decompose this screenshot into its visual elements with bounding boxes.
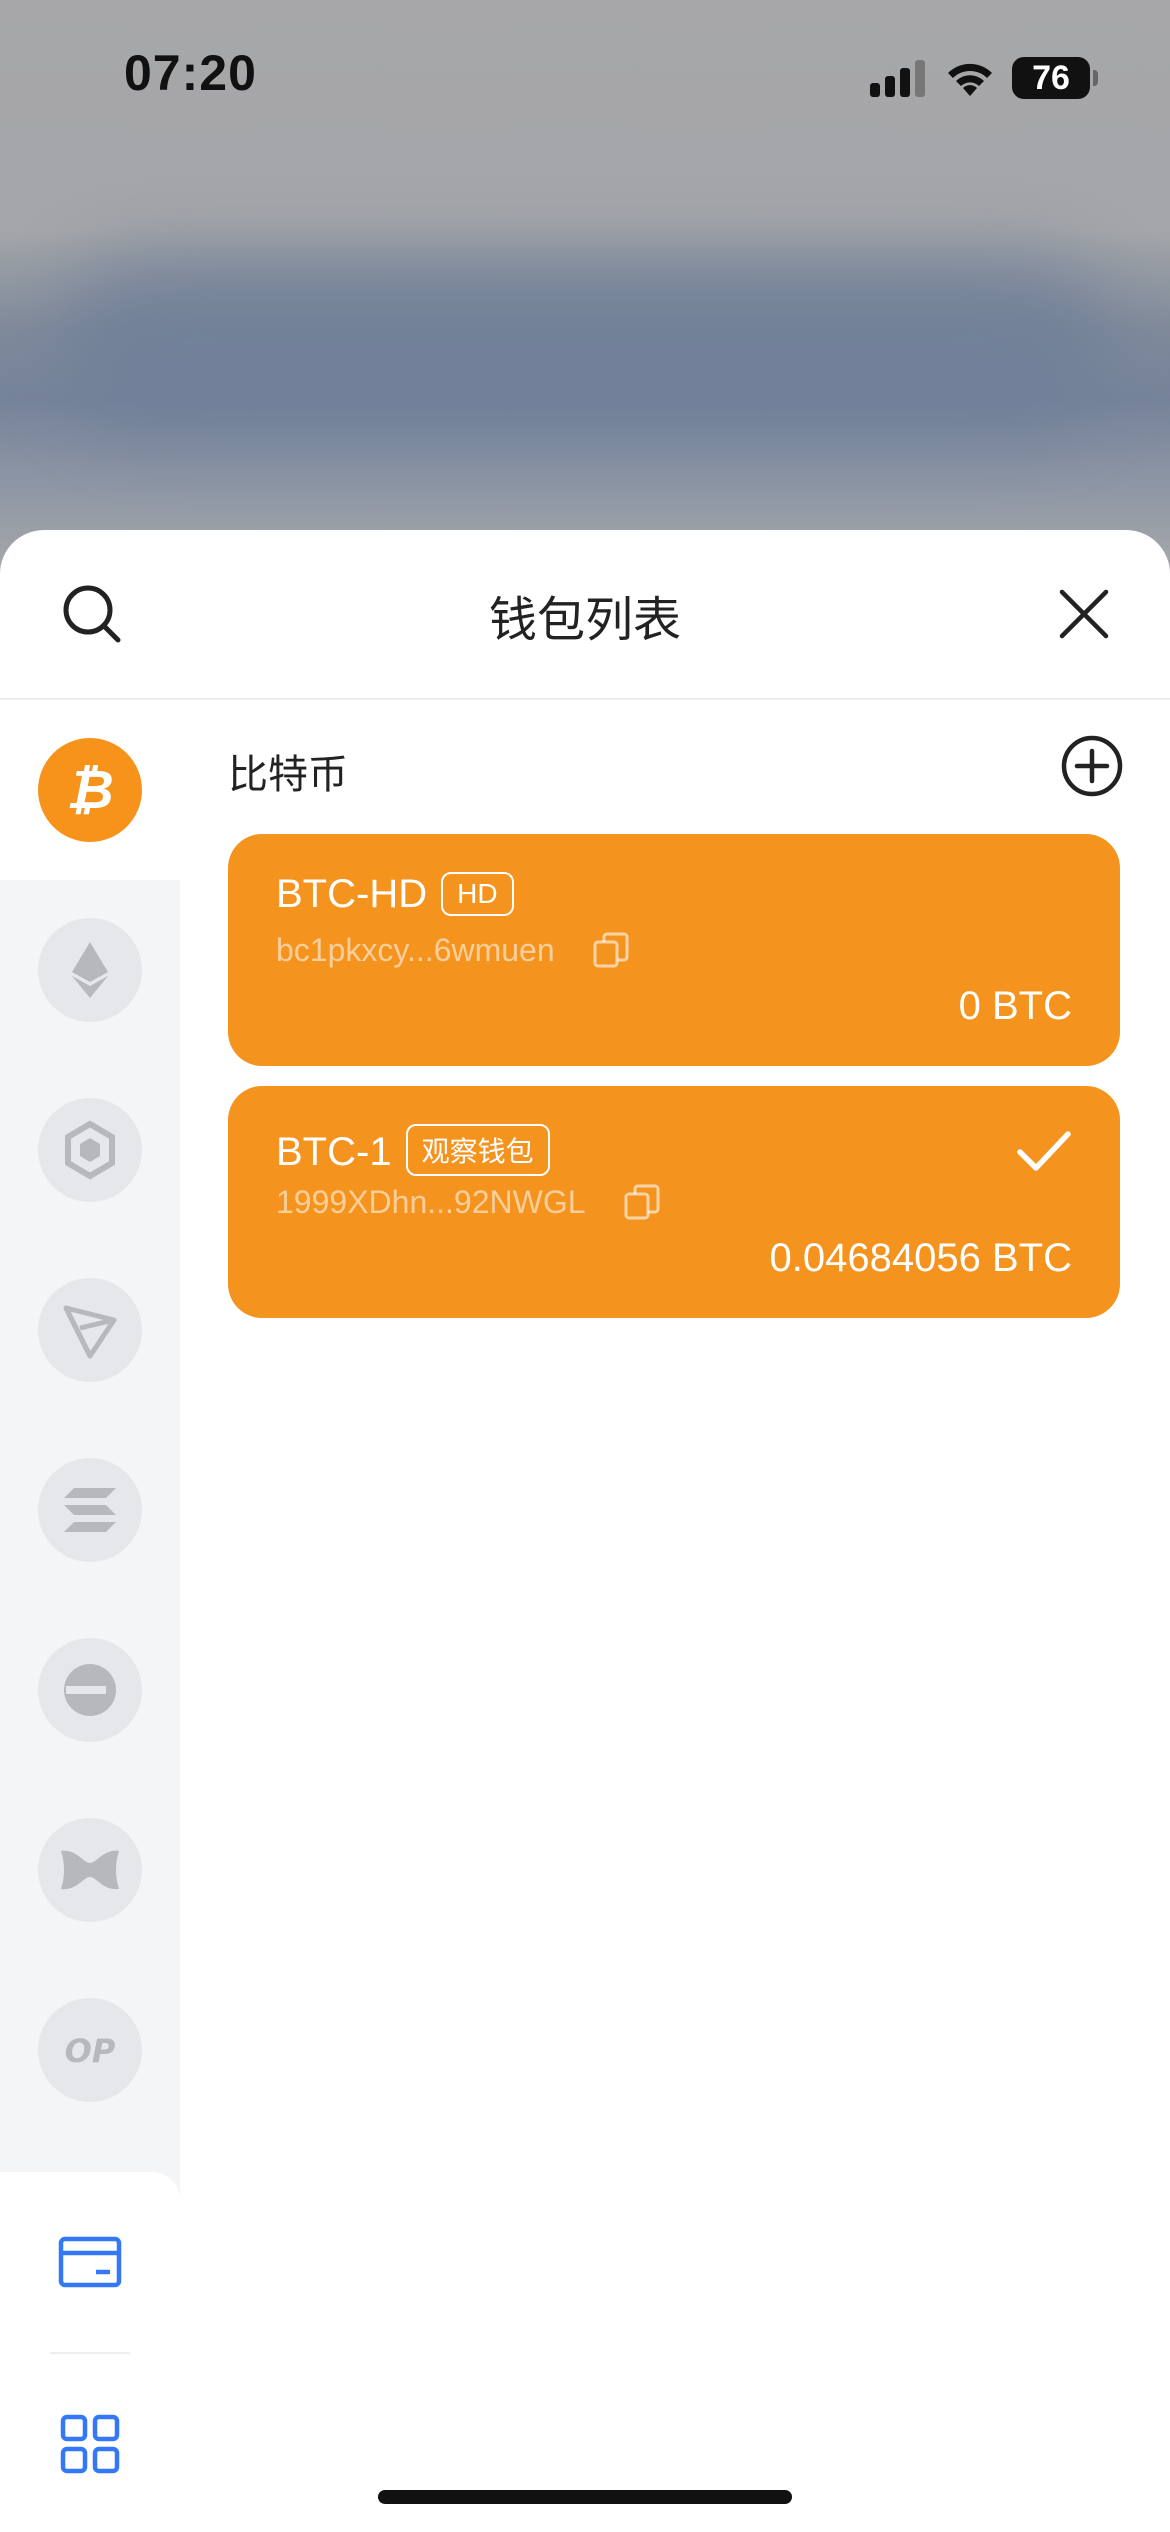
optimism-icon: OP bbox=[38, 1998, 142, 2102]
sidebar-bottom-nav bbox=[0, 2172, 180, 2532]
home-indicator bbox=[378, 2490, 792, 2504]
bitcoin-icon: ₿ bbox=[38, 738, 142, 842]
chain-item-tron[interactable] bbox=[0, 1240, 180, 1420]
wallet-name: BTC-HD HD bbox=[276, 872, 514, 917]
copy-icon[interactable] bbox=[591, 930, 631, 970]
apps-nav-button[interactable] bbox=[0, 2354, 180, 2532]
chain-item-bitcoin[interactable]: ₿ bbox=[0, 700, 180, 880]
chain-item-bnb[interactable] bbox=[0, 1060, 180, 1240]
blurred-content bbox=[60, 260, 1110, 430]
wifi-icon bbox=[948, 63, 992, 96]
status-icons: 76 bbox=[870, 50, 1098, 106]
solana-icon bbox=[38, 1458, 142, 1562]
copy-icon[interactable] bbox=[622, 1182, 662, 1222]
wallet-name-text: BTC-HD bbox=[276, 872, 428, 916]
svg-text:OP: OP bbox=[65, 2032, 116, 2070]
check-icon bbox=[1017, 1131, 1071, 1171]
wallet-card[interactable]: BTC-1 观察钱包 1999XDhn...92NWGL 0.04684056 B… bbox=[228, 1086, 1120, 1318]
chain-item-ethereum[interactable] bbox=[0, 880, 180, 1060]
wallet-address-text: bc1pkxcy...6wmuen bbox=[276, 931, 555, 968]
wallet-name-text: BTC-1 bbox=[276, 1130, 392, 1174]
wallet-card[interactable]: BTC-HD HD bc1pkxcy...6wmuen 0 BTC bbox=[228, 834, 1120, 1066]
wallet-address: 1999XDhn...92NWGL bbox=[276, 1182, 662, 1222]
wallet-name: BTC-1 观察钱包 bbox=[276, 1124, 550, 1176]
close-icon[interactable] bbox=[1052, 582, 1116, 646]
sheet-header: 钱包列表 bbox=[0, 530, 1170, 700]
ethereum-icon bbox=[38, 918, 142, 1022]
add-wallet-icon[interactable] bbox=[1060, 734, 1124, 798]
page-title: 钱包列表 bbox=[488, 594, 681, 647]
chain-item-6[interactable] bbox=[0, 1600, 180, 1780]
tron-icon bbox=[38, 1278, 142, 1382]
section-title: 比特币 bbox=[228, 753, 348, 797]
wallet-address: bc1pkxcy...6wmuen bbox=[276, 930, 631, 970]
wallet-tag: HD bbox=[441, 872, 514, 916]
chain-6-icon bbox=[38, 1638, 142, 1742]
wallet-list-sheet: 钱包列表 ₿ OP 比特币 BTC-HD HD bc1pkxcy...6wmue… bbox=[0, 530, 1170, 2532]
chain-item-optimism[interactable]: OP bbox=[0, 1960, 180, 2140]
chain-item-7[interactable] bbox=[0, 1780, 180, 1960]
wallet-list-content: 比特币 BTC-HD HD bc1pkxcy...6wmuen 0 BTC BTC… bbox=[180, 700, 1170, 2532]
wallet-balance: 0.04684056 BTC bbox=[769, 1236, 1072, 1280]
wallet-card-icon bbox=[58, 2236, 122, 2288]
wallet-address-text: 1999XDhn...92NWGL bbox=[276, 1183, 586, 1220]
signal-icon bbox=[870, 60, 925, 97]
battery-indicator: 76 bbox=[1012, 57, 1098, 99]
svg-text:₿: ₿ bbox=[66, 758, 113, 821]
chain-sidebar: ₿ OP bbox=[0, 700, 180, 2532]
wallet-tag: 观察钱包 bbox=[405, 1124, 550, 1176]
wallet-balance: 0 BTC bbox=[958, 984, 1072, 1028]
chain-7-icon bbox=[38, 1818, 142, 1922]
wallet-nav-button[interactable] bbox=[0, 2172, 180, 2352]
bnb-icon bbox=[38, 1098, 142, 1202]
grid-apps-icon bbox=[60, 2414, 120, 2474]
chain-item-solana[interactable] bbox=[0, 1420, 180, 1600]
status-time: 07:20 bbox=[124, 45, 257, 101]
